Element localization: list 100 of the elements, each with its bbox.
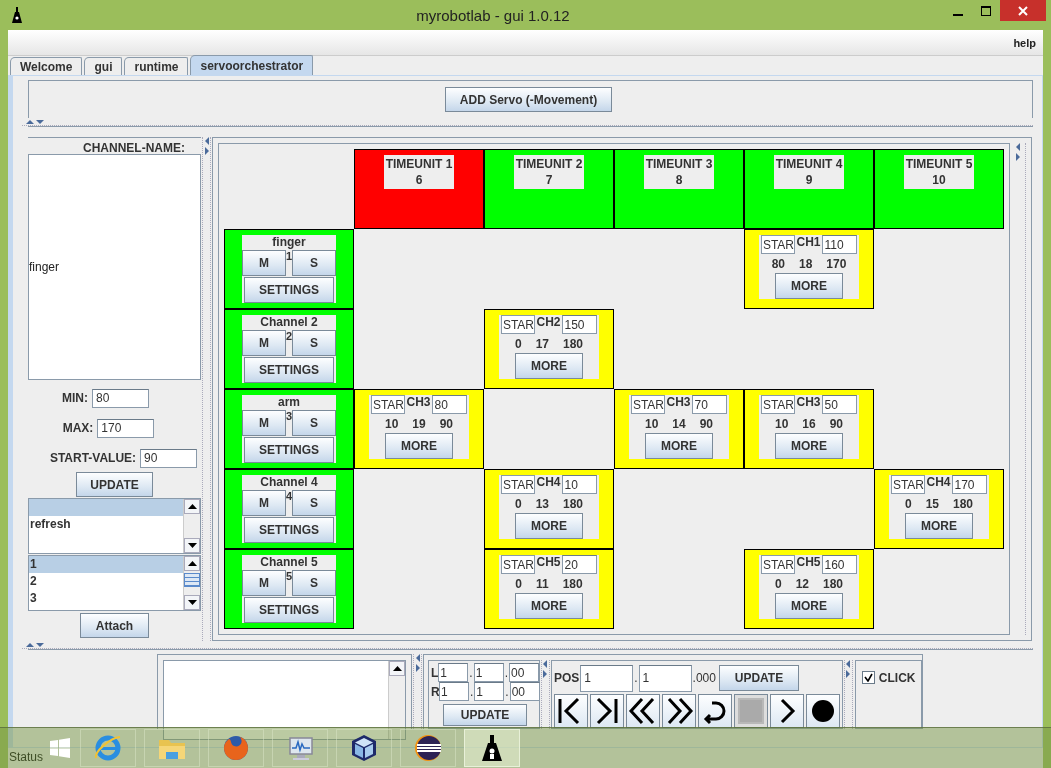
settings-button[interactable]: SETTINGS bbox=[244, 437, 334, 463]
menu-item[interactable]: help bbox=[1013, 37, 1036, 49]
timeunit-label: TIMEUNIT 1 bbox=[385, 156, 453, 172]
channel-number: 1 bbox=[285, 250, 293, 262]
input-field[interactable]: 170 bbox=[951, 475, 987, 494]
tab[interactable]: runtime bbox=[124, 57, 189, 75]
record-button[interactable] bbox=[805, 694, 840, 728]
input-field[interactable]: 70 bbox=[691, 395, 727, 414]
input-field[interactable]: 20 bbox=[561, 555, 597, 574]
solo-button[interactable]: S bbox=[292, 410, 336, 436]
star-button[interactable]: STAR bbox=[371, 395, 406, 414]
loop-button[interactable] bbox=[697, 694, 732, 728]
settings-button[interactable]: SETTINGS bbox=[244, 277, 334, 303]
list-item[interactable]: 1 bbox=[29, 556, 183, 573]
input-field[interactable]: 160 bbox=[821, 555, 857, 574]
more-button[interactable]: MORE bbox=[645, 433, 713, 459]
input-field[interactable]: 170 bbox=[97, 418, 155, 438]
input-field[interactable]: 1 bbox=[580, 664, 634, 692]
column-heading: CHANNEL-NAME: bbox=[82, 140, 186, 154]
input-field[interactable]: 00 bbox=[509, 682, 540, 701]
star-button[interactable]: STAR bbox=[501, 475, 536, 494]
input-field[interactable]: 00 bbox=[509, 663, 540, 682]
input-field[interactable]: 110 bbox=[821, 235, 857, 254]
fast-forward-button[interactable] bbox=[661, 694, 696, 728]
more-button[interactable]: MORE bbox=[775, 273, 843, 299]
update-button[interactable]: UPDATE bbox=[443, 704, 527, 726]
taskbar-button[interactable] bbox=[400, 729, 456, 767]
play-button[interactable] bbox=[769, 694, 804, 728]
add-servo-button[interactable]: ADD Servo (-Movement) bbox=[445, 87, 612, 112]
scrollbar[interactable] bbox=[388, 661, 405, 739]
speed-value: 13 bbox=[535, 497, 549, 511]
more-button[interactable]: MORE bbox=[515, 513, 583, 539]
star-button[interactable]: STAR bbox=[761, 395, 796, 414]
update-button[interactable]: UPDATE bbox=[718, 665, 799, 691]
more-button[interactable]: MORE bbox=[775, 433, 843, 459]
max-value: 180 bbox=[563, 337, 584, 351]
min-value: 10 bbox=[384, 417, 399, 431]
skip-forward-button[interactable] bbox=[589, 694, 624, 728]
splitter[interactable] bbox=[413, 654, 422, 729]
input-field[interactable]: 1 bbox=[439, 682, 469, 701]
arrows-icon bbox=[26, 118, 44, 125]
settings-button[interactable]: SETTINGS bbox=[244, 357, 334, 383]
start-button[interactable] bbox=[48, 736, 72, 760]
list-item[interactable]: finger bbox=[29, 260, 60, 274]
input-field[interactable]: 80 bbox=[92, 388, 149, 408]
solo-button[interactable]: S bbox=[292, 330, 336, 356]
settings-button[interactable]: SETTINGS bbox=[244, 517, 334, 543]
mute-button[interactable]: M bbox=[242, 570, 286, 596]
settings-button[interactable]: SETTINGS bbox=[244, 597, 334, 623]
min-value: 0 bbox=[514, 337, 522, 351]
checkbox[interactable] bbox=[861, 671, 875, 684]
input-field[interactable]: 150 bbox=[561, 315, 597, 334]
star-button[interactable]: STAR bbox=[761, 235, 796, 254]
solo-button[interactable]: S bbox=[292, 490, 336, 516]
splitter[interactable] bbox=[541, 660, 550, 729]
update-button[interactable]: UPDATE bbox=[76, 472, 153, 497]
list-item[interactable]: 2 bbox=[29, 573, 183, 590]
channel-label: CH1 bbox=[795, 235, 822, 249]
input-field[interactable]: 1 bbox=[474, 682, 505, 701]
input-field[interactable]: 1 bbox=[438, 663, 469, 682]
max-value: 170 bbox=[826, 257, 847, 271]
tab[interactable]: gui bbox=[84, 57, 123, 75]
up-arrow-icon bbox=[187, 504, 197, 509]
max-value: 90 bbox=[829, 417, 844, 431]
taskbar-button[interactable] bbox=[336, 729, 392, 767]
solo-button[interactable]: S bbox=[292, 250, 336, 276]
more-button[interactable]: MORE bbox=[905, 513, 973, 539]
mute-button[interactable]: M bbox=[242, 490, 286, 516]
more-button[interactable]: MORE bbox=[385, 433, 453, 459]
splitter[interactable] bbox=[843, 660, 853, 729]
input-field[interactable]: 90 bbox=[140, 448, 198, 468]
mute-button[interactable]: M bbox=[242, 330, 286, 356]
more-button[interactable]: MORE bbox=[775, 593, 843, 619]
taskbar-button[interactable] bbox=[464, 729, 520, 767]
input-field[interactable]: 1 bbox=[638, 664, 692, 692]
mute-button[interactable]: M bbox=[242, 410, 286, 436]
rewind-button[interactable] bbox=[625, 694, 660, 728]
scrollbar[interactable] bbox=[183, 556, 200, 610]
star-button[interactable]: STAR bbox=[501, 315, 536, 334]
scrollbar[interactable] bbox=[183, 499, 200, 553]
more-button[interactable]: MORE bbox=[515, 593, 583, 619]
more-button[interactable]: MORE bbox=[515, 353, 583, 379]
mute-button[interactable]: M bbox=[242, 250, 286, 276]
tab[interactable]: Welcome bbox=[10, 57, 83, 75]
star-button[interactable]: STAR bbox=[631, 395, 666, 414]
tab[interactable]: servoorchestrator bbox=[190, 55, 314, 75]
input-field[interactable]: 50 bbox=[821, 395, 857, 414]
star-button[interactable]: STAR bbox=[891, 475, 926, 494]
skip-back-button[interactable] bbox=[553, 694, 588, 728]
input-field[interactable]: 10 bbox=[561, 475, 597, 494]
list-item[interactable]: refresh bbox=[29, 516, 183, 533]
star-button[interactable]: STAR bbox=[761, 555, 796, 574]
solo-button[interactable]: S bbox=[292, 570, 336, 596]
input-field[interactable]: 80 bbox=[431, 395, 467, 414]
list-item[interactable]: 3 bbox=[29, 590, 183, 607]
close-button[interactable] bbox=[1000, 0, 1046, 21]
input-field[interactable]: 1 bbox=[473, 663, 504, 682]
close-icon bbox=[1018, 5, 1028, 16]
attach-button[interactable]: Attach bbox=[80, 613, 149, 638]
star-button[interactable]: STAR bbox=[501, 555, 536, 574]
